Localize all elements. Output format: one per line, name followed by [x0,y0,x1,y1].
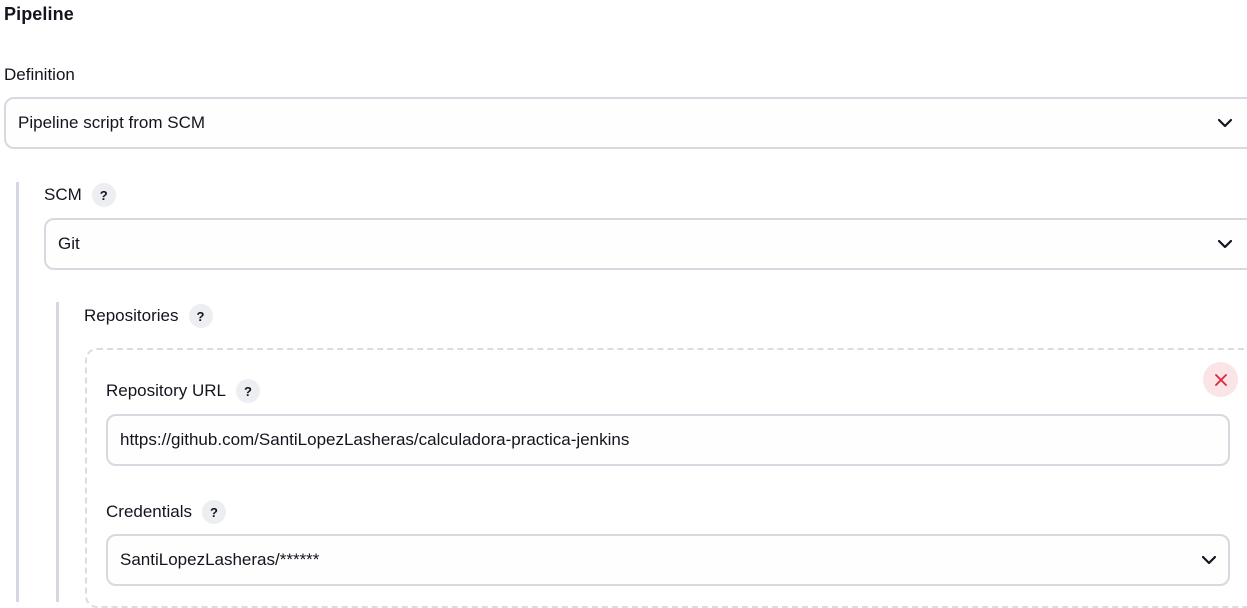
repository-url-help-button[interactable]: ? [236,379,260,403]
repository-url-label-text: Repository URL [106,381,226,400]
definition-select[interactable]: Pipeline script from SCM [4,97,1247,149]
repository-url-input[interactable]: https://github.com/SantiLopezLasheras/ca… [106,414,1230,466]
scm-help-button[interactable]: ? [91,183,116,207]
credentials-help-button[interactable]: ? [202,500,226,524]
chevron-down-icon [1217,239,1233,249]
credentials-label-text: Credentials [106,502,192,521]
scm-select-value: Git [58,234,80,253]
pipeline-section-title: Pipeline [4,4,74,24]
scm-label: SCM ? [44,182,116,208]
delete-repository-button[interactable] [1203,362,1238,397]
repository-url-value: https://github.com/SantiLopezLasheras/ca… [120,430,630,449]
credentials-label: Credentials ? [106,499,226,525]
repositories-help-button[interactable]: ? [188,304,213,328]
credentials-select[interactable]: SantiLopezLasheras/****** [106,534,1230,586]
close-icon [1214,373,1227,386]
definition-label-text: Definition [4,65,75,84]
definition-label: Definition [4,62,75,88]
scm-select[interactable]: Git [44,218,1247,270]
chevron-down-icon [1201,555,1217,565]
repositories-nest-bar [56,302,59,602]
scm-nest-bar [16,182,19,602]
repositories-label: Repositories ? [84,303,213,329]
credentials-select-value: SantiLopezLasheras/****** [120,550,320,569]
repository-url-label: Repository URL ? [106,378,260,404]
definition-select-value: Pipeline script from SCM [18,113,206,132]
chevron-down-icon [1217,118,1233,128]
scm-label-text: SCM [44,185,82,204]
repositories-label-text: Repositories [84,306,179,325]
